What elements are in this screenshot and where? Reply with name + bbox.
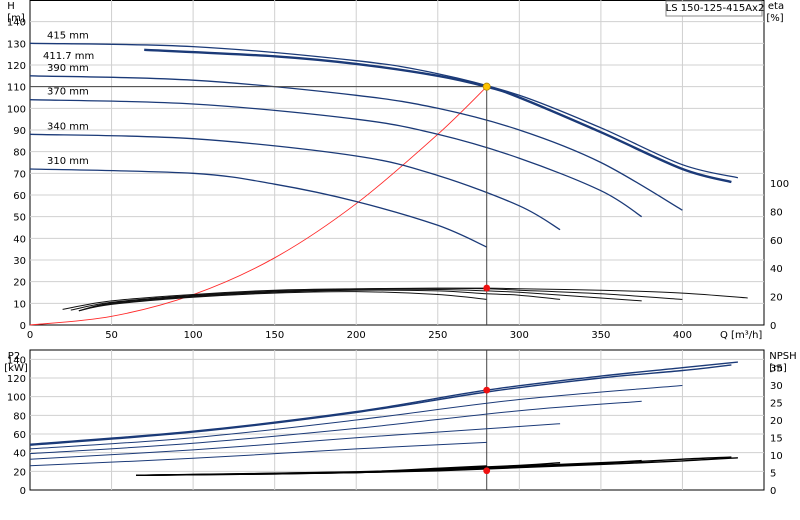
- head-curve: [29, 133, 561, 231]
- head-curve: [29, 42, 739, 179]
- x-tick-label: 350: [591, 330, 610, 341]
- power-curve: [29, 400, 642, 455]
- power-tick-label: 60: [13, 430, 26, 441]
- npsh-axis-unit: [m]: [769, 363, 787, 374]
- head-tick-label: 50: [13, 213, 26, 224]
- power-curve: [29, 364, 732, 446]
- pump-curve-chart: 0 50 100 150 200 250 300 350 400 0 10 20 30 40 50 60 70 8…: [0, 0, 800, 520]
- efficiency-curve: [78, 288, 642, 312]
- head-tick-label: 80: [13, 148, 26, 159]
- npsh-axis-label: NPSH: [769, 351, 796, 362]
- head-curve-label: 411.7 mm: [43, 51, 94, 62]
- power-tick-label: 80: [13, 411, 26, 422]
- head-tick-label: 20: [13, 278, 26, 289]
- eta-tick-label: 100: [770, 179, 789, 190]
- head-tick-label: 40: [13, 234, 26, 245]
- head-tick-label: 30: [13, 256, 26, 267]
- x-tick-label: 400: [673, 330, 692, 341]
- eta-tick-label: 20: [770, 293, 783, 304]
- npsh-tick-label: 5: [770, 469, 776, 480]
- head-tick-label: 100: [7, 104, 26, 115]
- eta-axis-unit: [%]: [766, 13, 783, 24]
- x-tick-label: 300: [510, 330, 529, 341]
- head-tick-label: 0: [20, 321, 26, 332]
- power-tick-label: 40: [13, 449, 26, 460]
- top-plot-frame: [29, 0, 765, 326]
- head-tick-label: 90: [13, 126, 26, 137]
- power-axis-label: P2: [8, 351, 20, 362]
- x-tick-label: 200: [347, 330, 366, 341]
- power-tick-label: 120: [7, 374, 26, 385]
- npsh-tick-label: 0: [770, 486, 776, 497]
- power-tick-label: 20: [13, 467, 26, 478]
- duty-point-head-marker: [482, 82, 491, 91]
- head-tick-label: 60: [13, 191, 26, 202]
- power-curve: [29, 423, 561, 460]
- npsh-curve: [135, 459, 642, 476]
- chart-canvas: 0 50 100 150 200 250 300 350 4000102030405060708…: [4, 0, 797, 497]
- head-tick-label: 70: [13, 169, 26, 180]
- eta-tick-label: 80: [770, 207, 783, 218]
- head-curve-label: 310 mm: [47, 156, 89, 167]
- head-curve-label: 415 mm: [47, 30, 89, 41]
- head-curve-label: 390 mm: [47, 63, 89, 74]
- npsh-curve: [135, 456, 732, 476]
- head-axis-unit: [m]: [7, 13, 25, 24]
- x-tick-label: 150: [265, 330, 284, 341]
- head-curve-label: 370 mm: [47, 87, 89, 98]
- x-tick-label: 100: [184, 330, 203, 341]
- head-curve: [29, 168, 487, 248]
- head-axis-label: H: [7, 1, 15, 12]
- npsh-tick-label: 15: [770, 434, 783, 445]
- power-tick-label: 0: [20, 486, 26, 497]
- x-tick-label: 0: [27, 330, 33, 341]
- power-curve: [29, 441, 487, 467]
- npsh-tick-label: 30: [770, 381, 783, 392]
- head-tick-label: 110: [7, 83, 26, 94]
- eta-tick-label: 40: [770, 264, 783, 275]
- npsh-tick-label: 10: [770, 451, 783, 462]
- flow-axis-label: Q [m³/h]: [720, 330, 762, 341]
- head-curve-label: 340 mm: [47, 121, 89, 132]
- npsh-tick-label: 25: [770, 399, 783, 410]
- eta-tick-label: 0: [770, 321, 776, 332]
- power-tick-label: 100: [7, 393, 26, 404]
- x-tick-label: 50: [105, 330, 118, 341]
- chart-labels: H [m] eta [%] Q [m³/h] P2 [kW] NPSH [m] …: [4, 0, 797, 374]
- x-tick-label: 250: [428, 330, 447, 341]
- head-curve: [29, 99, 643, 218]
- efficiency-curve: [78, 291, 487, 312]
- duty-point-power-marker: [483, 386, 491, 394]
- power-axis-unit: [kW]: [4, 363, 28, 374]
- eta-axis-label: eta: [768, 1, 784, 12]
- duty-point-npsh-marker: [483, 467, 491, 475]
- npsh-tick-label: 20: [770, 416, 783, 427]
- eta-tick-label: 60: [770, 236, 783, 247]
- head-tick-label: 120: [7, 61, 26, 72]
- duty-point-eta-marker: [483, 284, 491, 292]
- chart-title: LS 150-125-415Ax2: [666, 3, 765, 14]
- head-tick-label: 130: [7, 39, 26, 50]
- head-tick-label: 10: [13, 299, 26, 310]
